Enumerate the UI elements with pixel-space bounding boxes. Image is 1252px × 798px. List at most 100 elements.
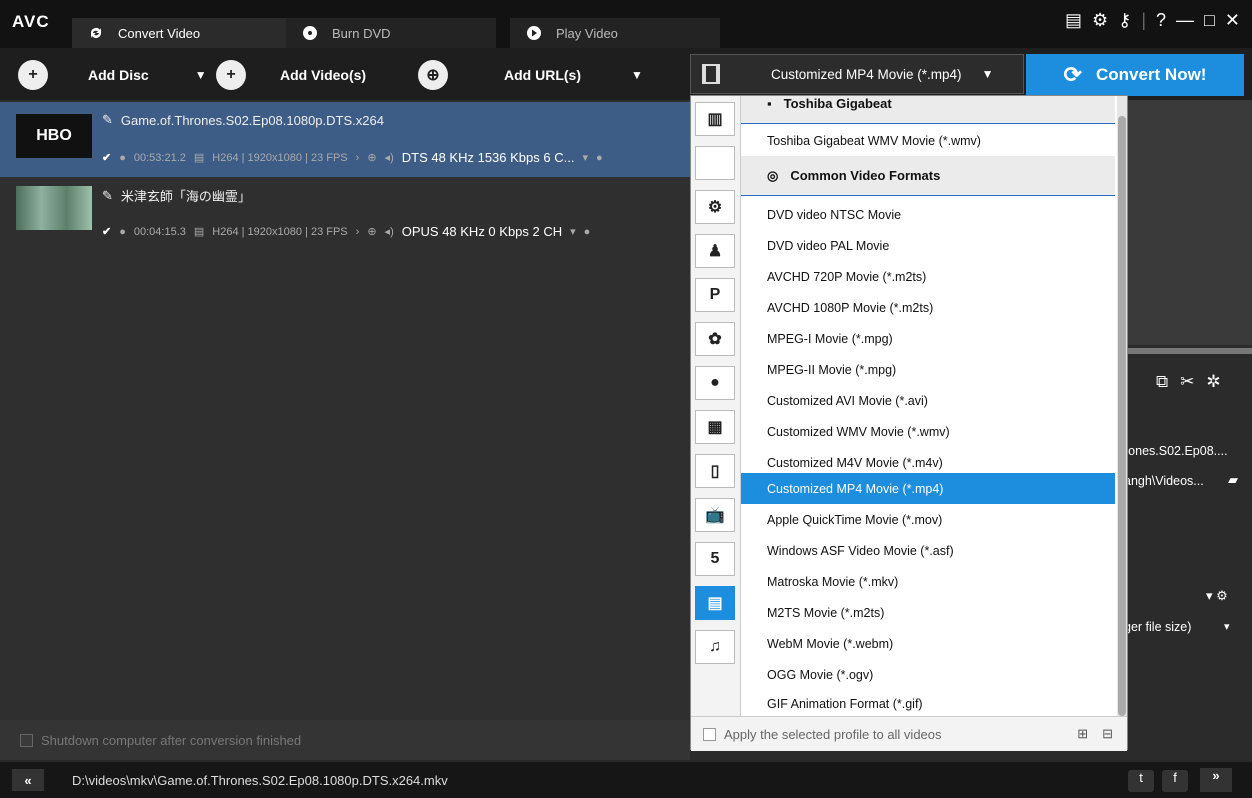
file-name[interactable]: ✎ 米津玄師「海の幽霊」 <box>102 186 251 205</box>
add-urls-button[interactable]: ⊕ Add URL(s) ▼ <box>418 60 643 90</box>
crop-icon[interactable]: ⧉ <box>1156 372 1168 392</box>
pencil-icon: ✎ <box>102 112 113 127</box>
minimize-button[interactable]: — <box>1176 10 1194 31</box>
export-profile-icon[interactable]: ⊟ <box>1102 726 1113 742</box>
add-videos-button[interactable]: + Add Video(s) <box>216 60 366 90</box>
folder-icon[interactable]: ▰ <box>1228 472 1238 488</box>
help-button[interactable]: ? <box>1156 10 1166 31</box>
profile-item[interactable]: Apple QuickTime Movie (*.mov) <box>741 504 1115 535</box>
profile-item[interactable]: MPEG-II Movie (*.mpg) <box>741 354 1115 385</box>
comment-icon[interactable]: ● <box>584 226 591 238</box>
checkbox-icon[interactable]: ✔ <box>102 225 111 238</box>
subtitle-icon[interactable]: ⊕ <box>367 225 376 238</box>
file-row[interactable]: ✎ 米津玄師「海の幽霊」 ✔ ● 00:04:15.3 ▤ H264 | 192… <box>0 178 690 253</box>
scrollbar-thumb[interactable] <box>1118 116 1126 716</box>
pencil-icon: ✎ <box>102 187 113 203</box>
collapse-button[interactable]: « <box>12 769 44 791</box>
profile-item[interactable]: Customized AVI Movie (*.avi) <box>741 385 1115 416</box>
add-disc-label: Add Disc <box>88 67 149 83</box>
window-controls: ▤ ⚙ ⚷ | ? — □ ✕ <box>1065 10 1240 31</box>
profile-item[interactable]: WebM Movie (*.webm) <box>741 628 1115 659</box>
maximize-button[interactable]: □ <box>1204 10 1215 31</box>
windows-icon[interactable]: ▦ <box>695 410 735 444</box>
key-icon[interactable]: ⚷ <box>1118 10 1131 31</box>
profile-item[interactable]: M2TS Movie (*.m2ts) <box>741 597 1115 628</box>
clock-icon: ● <box>119 225 126 238</box>
seek-bar[interactable] <box>1116 348 1252 354</box>
video-quality[interactable]: ger file size) <box>1124 620 1191 634</box>
profile-item[interactable]: Windows ASF Video Movie (*.asf) <box>741 535 1115 566</box>
profile-item[interactable]: MPEG-I Movie (*.mpg) <box>741 323 1115 354</box>
video-info: H264 | 1920x1080 | 23 FPS <box>212 225 348 238</box>
profile-item[interactable]: Toshiba Gigabeat WMV Movie (*.wmv) <box>741 125 1115 156</box>
chevron-down-icon[interactable]: ▼ <box>631 68 643 82</box>
html5-icon[interactable]: 5 <box>695 542 735 576</box>
apply-all-checkbox[interactable] <box>703 727 716 741</box>
shutdown-checkbox[interactable] <box>20 733 33 747</box>
android-icon[interactable]: ♟ <box>695 234 735 268</box>
facebook-icon[interactable]: f <box>1162 770 1188 792</box>
mobile-phone-icon[interactable]: ▯ <box>695 454 735 488</box>
chevron-down-icon[interactable]: ▾ <box>582 151 588 164</box>
audio-track-select[interactable]: OPUS 48 KHz 0 Kbps 2 CH <box>402 224 562 239</box>
music-note-icon[interactable]: ♫ <box>695 630 735 664</box>
chevron-down-icon[interactable]: ▾ <box>570 225 576 238</box>
subtitle-icon[interactable]: ⊕ <box>367 151 376 164</box>
profile-item[interactable]: DVD video PAL Movie <box>741 230 1115 261</box>
tab-burn-dvd[interactable]: Burn DVD <box>286 18 496 48</box>
selected-format-label: Customized MP4 Movie (*.mp4) <box>771 66 962 82</box>
apply-all-row[interactable]: Apply the selected profile to all videos… <box>691 716 1127 751</box>
group-header-toshiba[interactable]: ▪ Toshiba Gigabeat <box>741 96 1115 124</box>
scissors-icon[interactable]: ✂ <box>1180 372 1194 392</box>
output-filename[interactable]: rones.S02.Ep08.... <box>1124 444 1228 458</box>
category-all-icon[interactable]: ▥ <box>695 102 735 136</box>
dropdown-scrollbar[interactable] <box>1117 96 1127 716</box>
shutdown-option[interactable]: Shutdown computer after conversion finis… <box>0 720 690 760</box>
profile-item[interactable]: Customized WMV Movie (*.wmv) <box>741 416 1115 447</box>
add-disc-icon: + <box>18 60 48 90</box>
expand-button[interactable]: » <box>1200 768 1232 792</box>
playstation-icon[interactable]: P <box>695 278 735 312</box>
tab-label: Burn DVD <box>332 25 391 41</box>
convert-now-button[interactable]: ⟳ Convert Now! <box>1026 54 1244 96</box>
settings-gear-icon[interactable]: ▾ ⚙ <box>1206 588 1228 604</box>
tab-play-video[interactable]: Play Video <box>510 18 720 48</box>
file-name[interactable]: ✎ Game.of.Thrones.S02.Ep08.1080p.DTS.x26… <box>102 112 384 128</box>
windows-phone-icon[interactable]: ⚙ <box>695 190 735 224</box>
status-path: D:\videos\mkv\Game.of.Thrones.S02.Ep08.1… <box>72 772 448 788</box>
profile-item[interactable]: DVD video NTSC Movie <box>741 199 1115 230</box>
huawei-icon[interactable]: ✿ <box>695 322 735 356</box>
checkbox-icon[interactable]: ✔ <box>102 151 111 164</box>
comment-icon[interactable]: ● <box>596 152 603 164</box>
hbo-logo: HBO <box>36 127 72 144</box>
add-videos-label: Add Video(s) <box>280 67 367 83</box>
profile-item[interactable]: AVCHD 1080P Movie (*.m2ts) <box>741 292 1115 323</box>
group-header-common-video[interactable]: ◎ Common Video Formats <box>741 156 1115 196</box>
profile-item[interactable]: GIF Animation Format (*.gif) <box>741 688 1115 716</box>
profile-item[interactable]: AVCHD 720P Movie (*.m2ts) <box>741 261 1115 292</box>
category-sidebar: ▥ ⚙ ♟ P ✿ ● ▦ ▯ 📺 5 ▤ ♫ <box>691 96 741 751</box>
audio-track-select[interactable]: DTS 48 KHz 1536 Kbps 6 C... <box>402 150 575 165</box>
settings-gear-icon[interactable]: ⚙ <box>1092 10 1108 31</box>
chevron-down-icon[interactable]: ▾ <box>1224 620 1230 633</box>
profile-item[interactable]: OGG Movie (*.ogv) <box>741 659 1115 690</box>
tab-convert-video[interactable]: Convert Video <box>72 18 286 48</box>
file-name-text: Game.of.Thrones.S02.Ep08.1080p.DTS.x264 <box>120 112 384 128</box>
profile-item[interactable]: Matroska Movie (*.mkv) <box>741 566 1115 597</box>
video-formats-icon[interactable]: ▤ <box>695 586 735 620</box>
apple-icon[interactable] <box>695 146 735 180</box>
lg-icon[interactable]: ● <box>695 366 735 400</box>
profile-item-selected[interactable]: Customized MP4 Movie (*.mp4) <box>741 473 1115 504</box>
feedback-icon[interactable]: ▤ <box>1065 10 1082 31</box>
effects-icon[interactable]: ✲ <box>1206 372 1220 392</box>
film-icon <box>691 63 731 85</box>
close-button[interactable]: ✕ <box>1225 10 1240 31</box>
add-disc-button[interactable]: + Add Disc ▼ <box>18 60 207 90</box>
import-profile-icon[interactable]: ⊞ <box>1077 726 1088 742</box>
tv-icon[interactable]: 📺 <box>695 498 735 532</box>
chevron-down-icon[interactable]: ▼ <box>195 68 207 82</box>
file-row[interactable]: HBO ✎ Game.of.Thrones.S02.Ep08.1080p.DTS… <box>0 102 690 177</box>
output-folder[interactable]: angh\Videos... <box>1124 474 1204 488</box>
output-format-select[interactable]: Customized MP4 Movie (*.mp4) ▼ <box>690 54 1024 94</box>
twitter-icon[interactable]: t <box>1128 770 1154 792</box>
